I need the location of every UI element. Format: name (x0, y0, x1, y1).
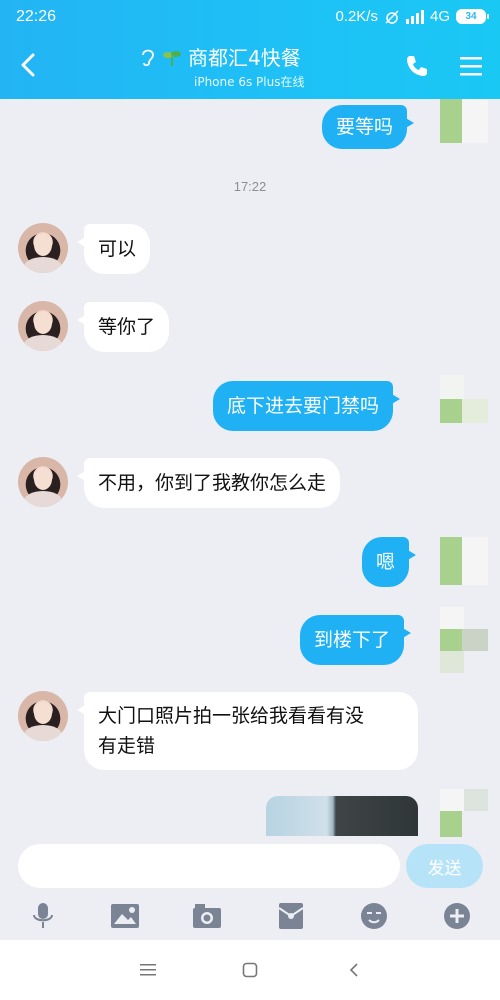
sprout-icon (163, 50, 181, 66)
red-packet-icon (278, 903, 304, 929)
square-icon (242, 962, 258, 978)
contact-avatar[interactable] (18, 691, 68, 741)
my-avatar[interactable] (440, 537, 488, 585)
message-timestamp: 17:22 (233, 179, 267, 194)
contact-avatar[interactable] (18, 301, 68, 351)
chat-area[interactable]: 要等吗 17:22 可以 等你了 底下进去要门禁吗 不用，你到了我教你怎么走 嗯… (0, 99, 500, 837)
menu-icon[interactable] (458, 53, 484, 79)
send-button[interactable]: 发送 (406, 844, 483, 888)
status-right: 0.2K/s 4G 34 (335, 8, 489, 25)
signal-icon (405, 9, 424, 24)
status-bar: 22:26 0.2K/s 4G 34 (0, 6, 500, 30)
message-input[interactable] (18, 844, 400, 888)
message-in[interactable]: 可以 (76, 224, 151, 274)
message-in[interactable]: 大门口照片拍一张给我看看有没 有走错 (77, 692, 418, 770)
chat-title: 商都汇4快餐 (188, 46, 301, 70)
message-out[interactable]: 要等吗 (322, 105, 415, 149)
chat-subtitle: iPhone 6s Plus在线 (194, 75, 305, 89)
ear-icon (142, 49, 154, 66)
contact-avatar[interactable] (18, 223, 68, 273)
chevron-left-icon (349, 963, 358, 977)
phone-icon[interactable] (404, 53, 430, 79)
chat-title-group[interactable]: 商都汇4快餐 iPhone 6s Plus在线 (140, 42, 370, 90)
emoji-icon (361, 903, 387, 929)
battery-icon: 34 (456, 9, 489, 24)
contact-avatar[interactable] (18, 457, 68, 507)
recents-button[interactable] (136, 958, 160, 982)
system-nav-bar (0, 940, 500, 1000)
more-button[interactable] (442, 901, 472, 931)
image-message[interactable] (266, 796, 418, 836)
camera-button[interactable] (192, 901, 222, 931)
microphone-icon (33, 903, 53, 928)
net-speed: 0.2K/s (335, 8, 378, 25)
message-in[interactable]: 不用，你到了我教你怎么走 (76, 458, 341, 508)
back-nav-button[interactable] (342, 958, 366, 982)
my-avatar[interactable] (440, 607, 488, 673)
status-time: 22:26 (16, 8, 57, 25)
emoji-button[interactable] (359, 901, 389, 931)
alarm-off-icon (385, 9, 399, 24)
home-button[interactable] (238, 958, 262, 982)
my-avatar[interactable] (440, 375, 488, 423)
message-out[interactable]: 嗯 (362, 537, 417, 587)
menu-lines-icon (140, 964, 156, 976)
composer-bar: 发送 (0, 837, 500, 897)
voice-button[interactable] (28, 901, 58, 931)
camera-icon (193, 904, 221, 928)
chat-header: 商都汇4快餐 iPhone 6s Plus在线 (0, 36, 500, 96)
image-icon (111, 904, 139, 928)
network-type: 4G (429, 8, 450, 25)
top-bar: 22:26 0.2K/s 4G 34 商都汇4快餐 iPhone 6s Plus… (0, 0, 500, 99)
composer-toolbar (0, 895, 500, 937)
my-avatar[interactable] (440, 99, 488, 143)
message-out[interactable]: 底下进去要门禁吗 (213, 381, 401, 431)
message-in[interactable]: 等你了 (76, 302, 170, 352)
back-icon[interactable] (14, 50, 44, 80)
photo-button[interactable] (110, 901, 140, 931)
red-packet-button[interactable] (276, 901, 306, 931)
plus-circle-icon (444, 903, 470, 929)
my-avatar[interactable] (440, 789, 488, 837)
message-out[interactable]: 到楼下了 (300, 615, 412, 665)
